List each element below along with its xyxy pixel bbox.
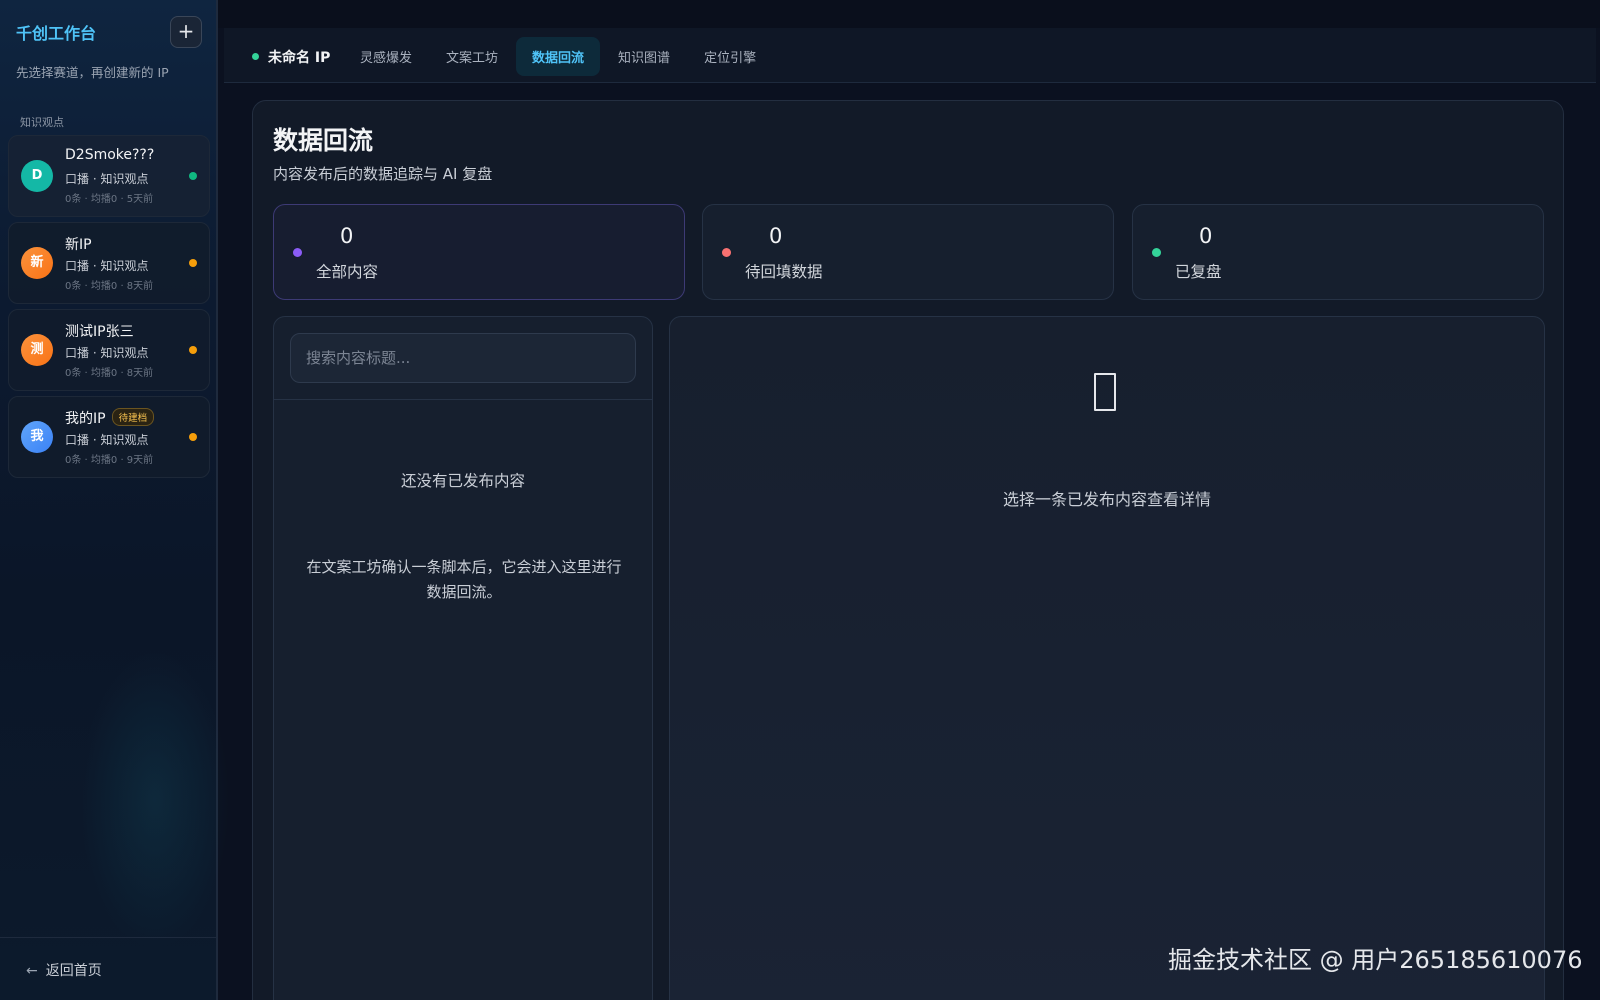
tabs: 灵感爆发 文案工坊 数据回流 知识图谱 定位引擎 — [344, 37, 772, 76]
back-home-label: 返回首页 — [45, 963, 102, 979]
stat-label: 全部内容 — [316, 263, 379, 281]
empty-state-description: 在文案工坊确认一条脚本后，它会进入这里进行数据回流。 — [306, 558, 622, 601]
ip-subtitle: 口播 · 知识观点 — [65, 259, 149, 273]
watermark: 掘金技术社区 @ 用户265185610076 — [1168, 946, 1583, 974]
avatar: 我 — [21, 421, 53, 453]
ip-meta: 0条 · 均播0 · 5天前 — [65, 194, 154, 205]
ip-subtitle: 口播 · 知识观点 — [65, 433, 149, 447]
document-placeholder-icon — [1094, 373, 1116, 411]
status-dot — [189, 172, 197, 180]
stat-card-pending[interactable]: 0 待回填数据 — [702, 204, 1114, 300]
ip-name-text: 测试IP张三 — [65, 324, 134, 340]
stat-dot — [1152, 248, 1161, 257]
stat-label: 已复盘 — [1175, 263, 1222, 281]
page-subtitle: 内容发布后的数据追踪与 AI 复盘 — [273, 165, 493, 183]
tab-data-backflow[interactable]: 数据回流 — [516, 37, 601, 76]
ip-item-my-ip[interactable]: 我 我的IP 待建档 口播 · 知识观点 0条 · 均播0 · 9天前 — [8, 396, 210, 478]
ip-subtitle: 口播 · 知识观点 — [65, 172, 149, 186]
ip-name: D2Smoke??? — [65, 147, 154, 163]
ip-name-text: D2Smoke??? — [65, 147, 155, 163]
online-dot — [252, 53, 259, 60]
ip-name: 测试IP张三 — [65, 321, 134, 341]
page-title: 数据回流 — [273, 126, 374, 155]
brand-title: 千创工作台 — [16, 24, 97, 43]
ip-name-text: 新IP — [65, 237, 92, 253]
stat-card-reviewed[interactable]: 0 已复盘 — [1132, 204, 1544, 300]
ip-list: D D2Smoke??? 口播 · 知识观点 0条 · 均播0 · 5天前 新 … — [8, 135, 210, 483]
current-ip-indicator: 未命名 IP — [252, 47, 330, 67]
ip-item-d2smoke[interactable]: D D2Smoke??? 口播 · 知识观点 0条 · 均播0 · 5天前 — [8, 135, 210, 217]
add-ip-button[interactable]: + — [170, 16, 202, 48]
empty-state-title: 还没有已发布内容 — [400, 472, 525, 490]
tab-positioning-engine[interactable]: 定位引擎 — [688, 37, 772, 76]
ip-meta: 0条 · 均播0 · 9天前 — [65, 455, 154, 466]
avatar: 测 — [21, 334, 53, 366]
top-strip — [218, 0, 1600, 28]
detail-empty-hint: 选择一条已发布内容查看详情 — [1002, 490, 1211, 509]
ip-item-new-ip[interactable]: 新 新IP 口播 · 知识观点 0条 · 均播0 · 8天前 — [8, 222, 210, 304]
search-bar — [274, 317, 652, 400]
section-label: 知识观点 — [20, 116, 64, 129]
back-home-link[interactable]: ← 返回首页 — [0, 937, 216, 1000]
tab-inspiration[interactable]: 灵感爆发 — [344, 37, 428, 76]
tab-copy-workshop[interactable]: 文案工坊 — [430, 37, 514, 76]
stat-dot — [722, 248, 731, 257]
search-input[interactable] — [290, 333, 636, 383]
stat-card-all[interactable]: 0 全部内容 — [273, 204, 685, 300]
current-ip-name: 未命名 IP — [268, 50, 331, 66]
pending-badge: 待建档 — [111, 408, 155, 426]
ip-item-test-zhangsan[interactable]: 测 测试IP张三 口播 · 知识观点 0条 · 均播0 · 8天前 — [8, 309, 210, 391]
stat-value: 0 — [340, 224, 354, 248]
ip-subtitle: 口播 · 知识观点 — [65, 346, 149, 360]
main-panel: 数据回流 内容发布后的数据追踪与 AI 复盘 0 全部内容 0 待回填数据 0 … — [252, 100, 1564, 1000]
avatar: D — [21, 160, 53, 192]
tab-knowledge-graph[interactable]: 知识图谱 — [602, 37, 686, 76]
ip-name: 我的IP 待建档 — [65, 408, 155, 428]
ip-meta: 0条 · 均播0 · 8天前 — [65, 368, 154, 379]
detail-pane: 选择一条已发布内容查看详情 — [669, 316, 1545, 1000]
stat-dot — [293, 248, 302, 257]
stat-value: 0 — [1199, 224, 1213, 248]
ip-name-text: 我的IP — [65, 411, 106, 427]
stat-value: 0 — [769, 224, 783, 248]
arrow-left-icon: ← — [26, 963, 38, 979]
sidebar: 千创工作台 + 先选择赛道，再创建新的 IP 知识观点 D D2Smoke???… — [0, 0, 230, 1000]
ip-meta: 0条 · 均播0 · 8天前 — [65, 281, 154, 292]
status-dot — [189, 259, 197, 267]
stat-label: 待回填数据 — [745, 263, 823, 281]
tab-bar: 未命名 IP 灵感爆发 文案工坊 数据回流 知识图谱 定位引擎 — [224, 28, 1596, 83]
app-root: 千创工作台 + 先选择赛道，再创建新的 IP 知识观点 D D2Smoke???… — [0, 0, 1600, 1000]
ip-name: 新IP — [65, 234, 92, 254]
status-dot — [189, 433, 197, 441]
content-list-pane: 还没有已发布内容 在文案工坊确认一条脚本后，它会进入这里进行数据回流。 — [273, 316, 653, 1000]
avatar: 新 — [21, 247, 53, 279]
sidebar-hint: 先选择赛道，再创建新的 IP — [16, 65, 169, 80]
status-dot — [189, 346, 197, 354]
